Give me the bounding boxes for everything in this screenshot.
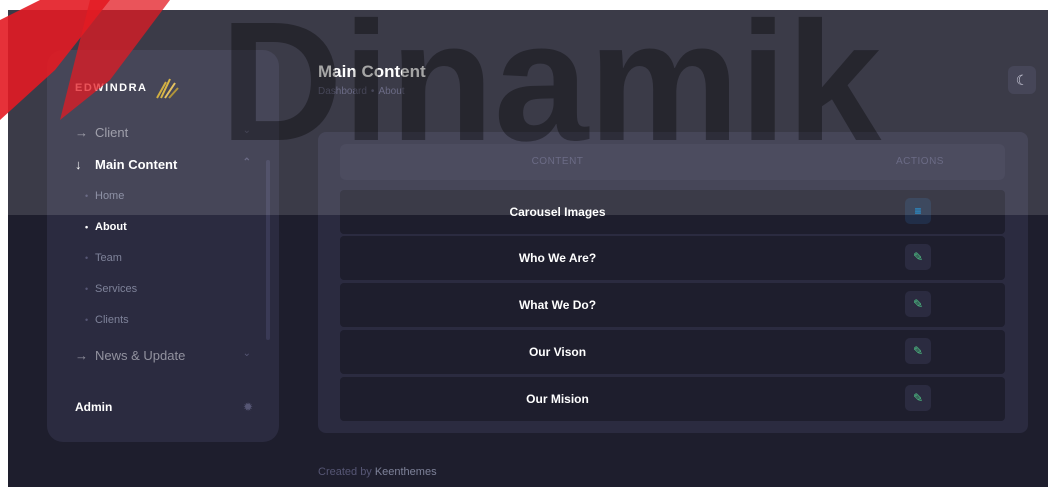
sidebar-subitem-home[interactable]: • Home (47, 180, 279, 211)
bullet-icon: • (85, 283, 89, 294)
theme-toggle-button[interactable]: ☾ (1008, 66, 1036, 94)
column-header-actions: ACTIONS (896, 156, 944, 167)
view-list-button[interactable]: ≡ (905, 198, 931, 224)
sidebar: EDWINDRA → Client ⌄ ↓ Main Content ⌃ • H… (47, 50, 279, 442)
sidebar-subitem-label: Home (95, 189, 125, 202)
edit-button[interactable]: ✎ (905, 338, 931, 364)
sidebar-subitem-label: Clients (95, 313, 129, 326)
pencil-icon: ✎ (912, 344, 924, 358)
sidebar-item-news-update[interactable]: → News & Update ⌄ (47, 339, 279, 371)
sidebar-subitem-label: Team (95, 251, 122, 264)
list-icon: ≡ (914, 204, 922, 218)
sidebar-item-label: Main Content (95, 156, 178, 172)
sidebar-subitem-label: About (95, 220, 127, 233)
table-row: Carousel Images ≡ (340, 190, 1005, 234)
breadcrumb-separator: • (370, 86, 375, 97)
bullet-icon: • (85, 252, 89, 263)
pencil-icon: ✎ (912, 297, 924, 311)
app-window: EDWINDRA → Client ⌄ ↓ Main Content ⌃ • H… (8, 10, 1048, 487)
pencil-icon: ✎ (912, 391, 924, 405)
sidebar-subitem-team[interactable]: • Team (47, 242, 279, 273)
footer: Created by Keenthemes (318, 466, 437, 478)
moon-icon: ☾ (1015, 71, 1029, 88)
breadcrumb-item-about: About (378, 86, 405, 97)
brand[interactable]: EDWINDRA (75, 76, 180, 100)
table-row: What We Do? ✎ (340, 283, 1005, 327)
pencil-icon: ✎ (912, 250, 924, 264)
edit-button[interactable]: ✎ (905, 385, 931, 411)
arrow-right-icon: → (75, 124, 88, 140)
sidebar-item-label: News & Update (95, 347, 186, 363)
settings-gear-icon[interactable]: ✹ (243, 400, 253, 414)
content-table-card: CONTENT ACTIONS Carousel Images ≡ Who We… (318, 132, 1028, 433)
row-content-name: Carousel Images (509, 205, 606, 219)
edit-button[interactable]: ✎ (905, 291, 931, 317)
footer-created-by: Created by (318, 466, 372, 478)
table-row: Our Mision ✎ (340, 377, 1005, 421)
sidebar-subitem-services[interactable]: • Services (47, 273, 279, 304)
breadcrumb-item-dashboard[interactable]: Dashboard (318, 86, 367, 97)
sidebar-subitem-label: Services (95, 282, 138, 295)
sidebar-item-main-content[interactable]: ↓ Main Content ⌃ (47, 148, 279, 180)
chevron-up-icon: ⌃ (242, 157, 251, 168)
table-row: Our Vison ✎ (340, 330, 1005, 374)
table-row: Who We Are? ✎ (340, 236, 1005, 280)
chevron-down-icon: ⌄ (242, 348, 251, 359)
sidebar-scrollbar[interactable] (266, 160, 270, 340)
footer-brand-link[interactable]: Keenthemes (375, 466, 437, 478)
sidebar-item-label: Client (95, 124, 129, 140)
admin-user-label[interactable]: Admin (75, 400, 112, 414)
bullet-icon: • (85, 314, 89, 325)
column-header-content: CONTENT (531, 156, 584, 167)
sidebar-subitem-clients[interactable]: • Clients (47, 304, 279, 335)
arrow-down-icon: ↓ (75, 156, 82, 172)
bullet-icon: • (85, 221, 89, 232)
page-title: Main Content (318, 62, 426, 81)
sidebar-subitem-about[interactable]: • About (47, 211, 279, 242)
table-header: CONTENT ACTIONS (340, 144, 1005, 180)
sidebar-menu: → Client ⌄ ↓ Main Content ⌃ • Home • Abo… (47, 116, 279, 371)
breadcrumb: Dashboard • About (318, 86, 405, 97)
row-content-name: Our Vison (528, 345, 587, 359)
brand-name: EDWINDRA (75, 82, 148, 94)
chevron-down-icon: ⌄ (242, 125, 251, 136)
sidebar-item-client[interactable]: → Client ⌄ (47, 116, 279, 148)
row-content-name: Who We Are? (518, 251, 597, 265)
bullet-icon: • (85, 190, 89, 201)
edit-button[interactable]: ✎ (905, 244, 931, 270)
row-content-name: What We Do? (518, 298, 597, 312)
row-content-name: Our Mision (526, 392, 589, 406)
wheat-logo-icon (154, 76, 180, 100)
arrow-right-icon: → (75, 347, 88, 363)
